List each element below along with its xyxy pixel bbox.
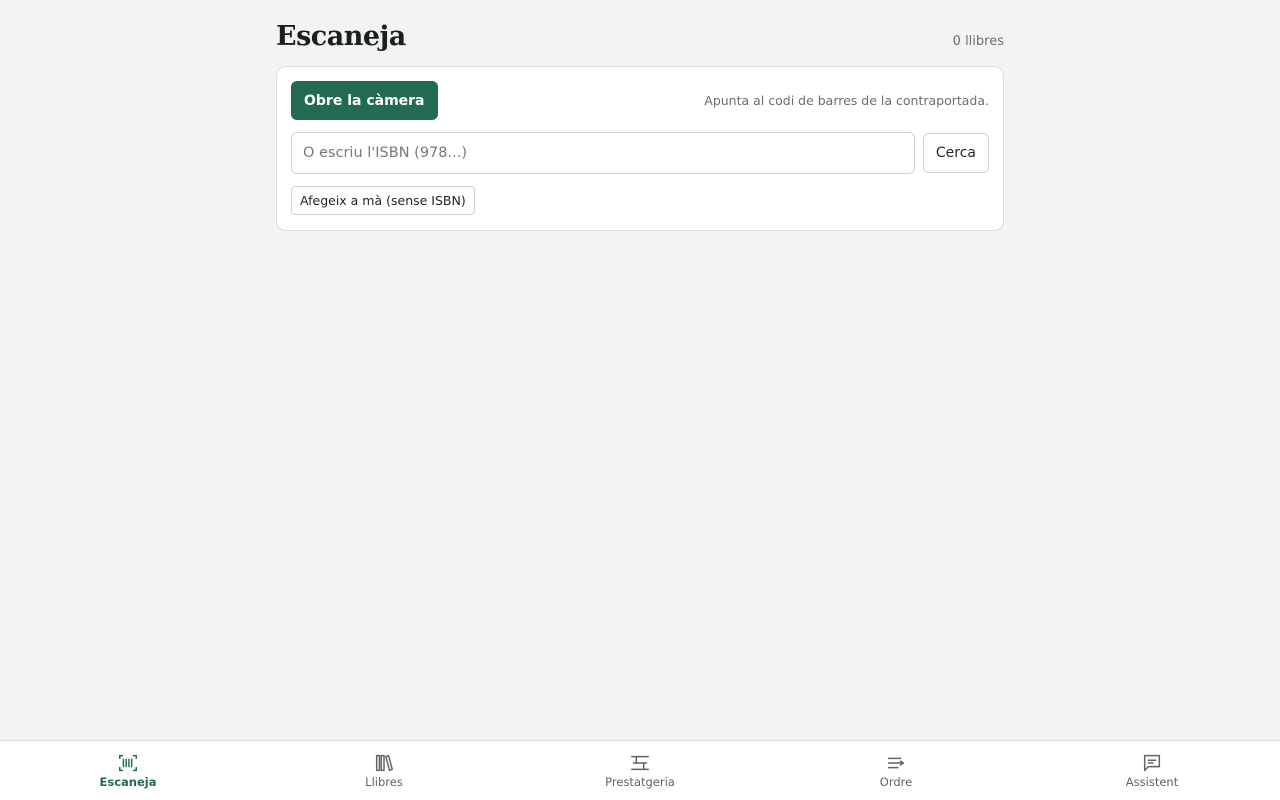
nav-label: Ordre — [879, 775, 913, 789]
barcode-scan-icon — [119, 754, 137, 772]
nav-label: Assistent — [1125, 775, 1179, 789]
scan-hint: Apunta al codi de barres de la contrapor… — [704, 93, 989, 108]
bottom-nav: Escaneja Llibres Prestatgeria Ordre Assi… — [0, 740, 1280, 800]
add-manually-button[interactable]: Afegeix a mà (sense ISBN) — [291, 186, 475, 215]
scan-card: Obre la càmera Apunta al codi de barres … — [276, 66, 1004, 231]
nav-item-llibres[interactable]: Llibres — [256, 741, 512, 800]
nav-item-assistent[interactable]: Assistent — [1024, 741, 1280, 800]
shelf-icon — [631, 755, 649, 771]
nav-item-ordre[interactable]: Ordre — [768, 741, 1024, 800]
scan-page: Escaneja 0 llibres Obre la càmera Apunta… — [276, 0, 1004, 231]
nav-label: Prestatgeria — [605, 775, 675, 789]
book-count: 0 llibres — [952, 34, 1004, 49]
isbn-input[interactable] — [291, 132, 915, 174]
open-camera-button[interactable]: Obre la càmera — [291, 81, 438, 120]
nav-label: Llibres — [365, 775, 403, 789]
search-button[interactable]: Cerca — [922, 133, 989, 173]
page-title: Escaneja — [276, 21, 406, 52]
chat-icon — [1143, 754, 1161, 772]
nav-item-prestatgeria[interactable]: Prestatgeria — [512, 741, 768, 800]
nav-label: Escaneja — [99, 775, 157, 789]
nav-item-escaneja[interactable]: Escaneja — [0, 741, 256, 800]
page-header: Escaneja 0 llibres — [276, 0, 1004, 66]
sort-icon — [887, 757, 905, 769]
books-icon — [375, 754, 393, 772]
